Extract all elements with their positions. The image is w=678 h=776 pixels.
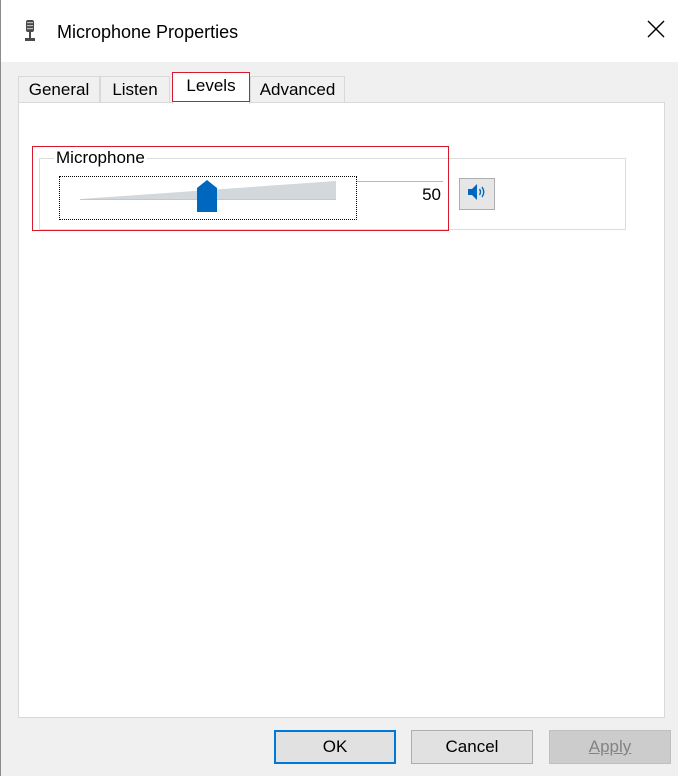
mute-toggle-button[interactable]: [459, 178, 495, 210]
apply-button[interactable]: Apply: [549, 730, 671, 764]
microphone-level-value: 50: [422, 185, 441, 204]
level-divider: [357, 181, 443, 182]
tab-advanced[interactable]: Advanced: [250, 76, 345, 103]
close-button[interactable]: [633, 10, 678, 52]
slider-thumb[interactable]: [197, 180, 217, 212]
apply-button-label: Apply: [588, 737, 632, 756]
microphone-group-label: Microphone: [54, 148, 147, 168]
microphone-icon: [23, 20, 39, 44]
ok-button[interactable]: OK: [274, 730, 396, 764]
title-bar: Microphone Properties: [1, 0, 678, 62]
window-title: Microphone Properties: [57, 22, 239, 42]
levels-panel: Microphone 50: [18, 102, 665, 718]
tab-strip: General Listen Levels Advanced: [18, 72, 658, 104]
cancel-button[interactable]: Cancel: [411, 730, 533, 764]
tab-listen[interactable]: Listen: [100, 76, 170, 103]
speaker-icon: [467, 183, 487, 206]
tab-levels[interactable]: Levels: [172, 72, 250, 104]
tab-general[interactable]: General: [18, 76, 100, 103]
microphone-level-slider[interactable]: [59, 176, 357, 220]
dialog-window: Microphone Properties General Listen Lev…: [0, 0, 678, 776]
close-icon: [647, 20, 665, 43]
